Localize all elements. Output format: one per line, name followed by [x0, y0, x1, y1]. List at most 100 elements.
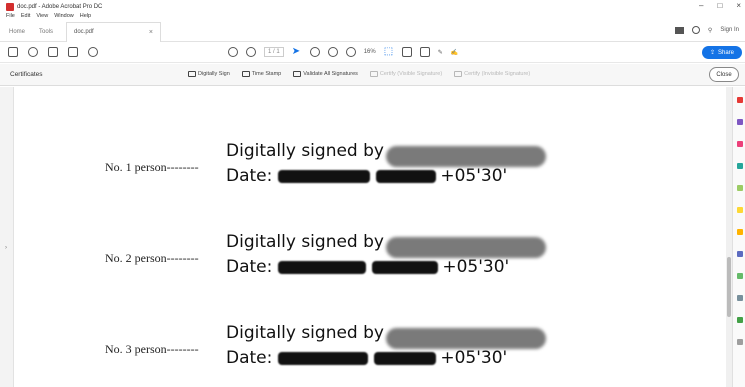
comment-tool-icon[interactable]: [419, 47, 430, 57]
tab-strip: Home Tools doc.pdf × ⚲ Sign In: [0, 21, 745, 42]
validate-all-label: Validate All Signatures: [303, 71, 358, 77]
document-area: › No. 1 person-------- Digitally signed …: [0, 87, 745, 387]
certify-visible-icon: [369, 71, 378, 77]
redacted-name: [386, 328, 546, 349]
zoom-out-icon[interactable]: [327, 47, 338, 57]
close-window-button[interactable]: ×: [736, 1, 741, 10]
comment-panel-icon[interactable]: [737, 163, 743, 169]
redacted-time: [376, 169, 437, 183]
timezone-offset: +05'30': [442, 257, 510, 277]
create-icon[interactable]: [8, 47, 18, 57]
header-right-tools: ⚲ Sign In: [674, 26, 739, 34]
signed-by-label: Digitally signed by: [226, 141, 384, 161]
certify-invisible-icon: [454, 71, 463, 77]
create-pdf-icon[interactable]: [737, 119, 743, 125]
title-bar: doc.pdf - Adobe Acrobat Pro DC – □ ×: [0, 0, 745, 14]
tab-tools[interactable]: Tools: [32, 22, 60, 42]
page-indicator[interactable]: 1 / 1: [264, 47, 284, 57]
person-label: No. 1 person--------: [105, 160, 199, 174]
redacted-time: [374, 351, 437, 365]
date-label: Date:: [226, 166, 273, 186]
certify-visible-label: Certify (Visible Signature): [379, 71, 443, 77]
acrobat-logo-icon: [6, 3, 14, 11]
date-label: Date:: [226, 348, 273, 368]
select-cursor-icon[interactable]: ➤: [292, 47, 302, 57]
share-button[interactable]: ⇪ Share: [702, 46, 742, 59]
certificates-panel-icon[interactable]: [737, 317, 743, 323]
search-icon[interactable]: [88, 47, 98, 57]
share-label: Share: [718, 49, 735, 56]
clock-doc-icon: [241, 71, 250, 77]
prev-page-icon[interactable]: [228, 47, 238, 57]
tab-close-icon[interactable]: ×: [149, 29, 153, 36]
certificates-toolbar: Certificates Digitally Sign Time Stamp V…: [0, 64, 745, 86]
comment-icon[interactable]: [674, 26, 684, 34]
signature-date-line: Date: +05'30': [226, 166, 507, 186]
close-certificates-button[interactable]: Close: [709, 67, 739, 82]
fill-sign-icon[interactable]: [737, 273, 743, 279]
toolbar-center-group: 1 / 1 ➤ 16% ⬚ ✎ ✍: [228, 47, 458, 57]
redacted-name: [386, 146, 546, 167]
person-label: No. 3 person--------: [105, 342, 199, 356]
window-controls: – □ ×: [699, 1, 741, 10]
certify-visible-button[interactable]: Certify (Visible Signature): [369, 71, 443, 77]
right-tools-panel: [732, 87, 745, 387]
certify-invisible-label: Certify (Invisible Signature): [464, 71, 531, 77]
hand-tool-icon[interactable]: [309, 47, 320, 57]
date-label: Date:: [226, 257, 273, 277]
notification-icon[interactable]: ⚲: [708, 27, 712, 34]
redact-icon[interactable]: [737, 229, 743, 235]
pen-sign-icon: [188, 71, 196, 77]
redacted-date: [278, 351, 369, 365]
email-icon[interactable]: [68, 47, 78, 57]
export-pdf-icon[interactable]: [737, 97, 743, 103]
more-tools-icon[interactable]: [737, 295, 743, 301]
tab-document[interactable]: doc.pdf ×: [66, 21, 161, 42]
expand-panel-icon[interactable]: ›: [5, 245, 7, 251]
combine-files-icon[interactable]: [737, 185, 743, 191]
person-label: No. 2 person--------: [105, 251, 199, 265]
tools-chevron-icon[interactable]: [737, 339, 743, 345]
signed-by-label: Digitally signed by: [226, 232, 384, 252]
tab-document-label: doc.pdf: [74, 29, 94, 35]
highlight-pen-icon[interactable]: ✎: [438, 49, 443, 56]
minimize-button[interactable]: –: [699, 1, 703, 10]
print-icon[interactable]: [48, 47, 58, 57]
share-icon: ⇪: [709, 50, 715, 56]
signature-date-line: Date: +05'30': [226, 257, 509, 277]
certify-invisible-button[interactable]: Certify (Invisible Signature): [454, 71, 530, 77]
time-stamp-button[interactable]: Time Stamp: [241, 71, 282, 77]
window-title: doc.pdf - Adobe Acrobat Pro DC: [17, 4, 103, 10]
signature-date-line: Date: +05'30': [226, 348, 507, 368]
validate-pen-icon: [293, 71, 302, 77]
scroll-mode-icon[interactable]: [401, 47, 412, 57]
time-stamp-label: Time Stamp: [251, 71, 282, 77]
certificates-tools: Digitally Sign Time Stamp Validate All S…: [188, 71, 530, 77]
protect-icon[interactable]: [737, 251, 743, 257]
page-fit-icon[interactable]: ⬚: [384, 47, 394, 57]
maximize-button[interactable]: □: [717, 1, 722, 10]
page-total: / 1: [273, 49, 280, 55]
zoom-in-icon[interactable]: [345, 47, 356, 57]
left-navigation-rail[interactable]: ›: [0, 87, 14, 387]
redacted-date: [278, 169, 371, 183]
pdf-page: No. 1 person-------- Digitally signed by…: [14, 87, 726, 387]
next-page-icon[interactable]: [246, 47, 256, 57]
upload-cloud-icon[interactable]: [28, 47, 38, 57]
scrollbar-thumb[interactable]: [727, 257, 731, 317]
organize-pages-icon[interactable]: [737, 207, 743, 213]
redacted-date: [278, 260, 367, 274]
edit-pdf-icon[interactable]: [737, 141, 743, 147]
help-icon[interactable]: [691, 26, 700, 34]
tab-home[interactable]: Home: [2, 22, 32, 42]
signature-entry: No. 3 person-------- Digitally signed by…: [14, 311, 726, 381]
certificates-title: Certificates: [10, 71, 43, 78]
sign-in-link[interactable]: Sign In: [720, 27, 739, 33]
zoom-level[interactable]: 16%: [364, 49, 376, 55]
validate-all-button[interactable]: Validate All Signatures: [293, 71, 358, 77]
redacted-time: [372, 260, 439, 274]
signed-by-label: Digitally signed by: [226, 323, 384, 343]
digitally-sign-button[interactable]: Digitally Sign: [188, 71, 230, 77]
redacted-name: [386, 237, 546, 258]
sign-icon[interactable]: ✍: [451, 49, 458, 56]
